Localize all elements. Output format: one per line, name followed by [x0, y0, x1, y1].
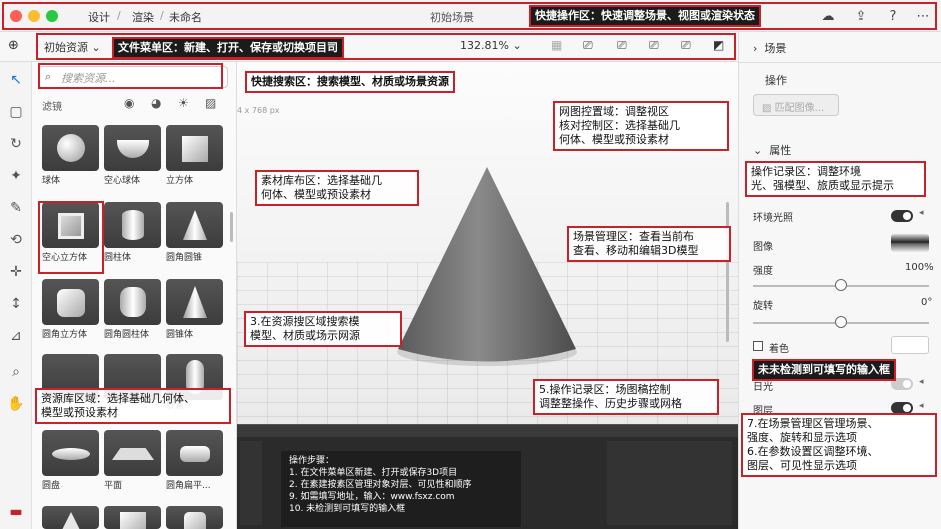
- titlebar-highlight: [2, 2, 937, 30]
- asset-label: 球体: [42, 176, 61, 186]
- image-filter-icon[interactable]: ▨: [205, 96, 216, 110]
- material-filter-icon[interactable]: ◕: [151, 96, 161, 110]
- annotation-scene-manager: 场景管理区：查看当前布 查看、移动和编辑3D模型: [567, 226, 731, 262]
- tint-color-swatch[interactable]: [891, 336, 929, 354]
- operation-header: 操作: [765, 74, 787, 87]
- asset-library: 搜索资源... ⌕ 滤镜 ◉ ◕ ☀ ▨ 球体 空心球体 立方体 空心立方体 圆…: [32, 62, 237, 529]
- image-label: 图像: [753, 242, 773, 253]
- inset-step: 9. 如需填写地址，输入：www.fsxz.com: [289, 492, 455, 502]
- asset-sphere[interactable]: 球体: [42, 125, 99, 186]
- asset-rounded-cone[interactable]: 圆角圆锥: [166, 202, 223, 263]
- asset-hollow-sphere[interactable]: 空心球体: [104, 125, 161, 186]
- library-scrollbar[interactable]: [230, 212, 233, 242]
- inset-title: 操作步骤：: [289, 456, 335, 466]
- intensity-knob[interactable]: [835, 279, 847, 291]
- search-highlight: [38, 63, 223, 89]
- asset-label: 空心球体: [104, 176, 141, 186]
- properties-header-label: 属性: [769, 144, 792, 157]
- chevron-left-icon[interactable]: ◂: [919, 208, 924, 218]
- zoom-icon[interactable]: ⌕: [6, 362, 26, 382]
- asset-label: 圆角圆锥: [166, 253, 203, 263]
- filter-label: 滤镜: [42, 102, 62, 113]
- height-icon[interactable]: ↕: [6, 294, 26, 314]
- properties-header[interactable]: ⌄ 属性: [753, 142, 791, 158]
- annotation-step5: 5.操作记录区：场图稿控制 调整整操作、历史步骤或网格: [533, 379, 719, 415]
- annotation-no-input: 未未检测到可填写的输入框: [752, 359, 896, 381]
- tutorial-inset: 操作步骤： 1. 在文件菜单区新建、打开或保存3D项目 2. 在素建按素区管理对…: [237, 424, 738, 529]
- rotation-knob[interactable]: [835, 316, 847, 328]
- add-icon[interactable]: ⊕: [8, 38, 19, 53]
- asset-label: 平面: [104, 481, 123, 491]
- rotate-icon[interactable]: ↻: [6, 134, 26, 154]
- asset-label: 圆锥体: [166, 330, 194, 340]
- inset-toolbar: [237, 425, 738, 437]
- intensity-label: 强度: [753, 266, 773, 277]
- asset-label: 圆角扁平...: [166, 481, 211, 491]
- env-image-thumbnail[interactable]: [891, 234, 929, 252]
- tint-checkbox[interactable]: [753, 341, 763, 351]
- inset-step: 2. 在素建按素区管理对象对层、可见性和顺序: [289, 480, 472, 490]
- annotation-asset-library: 资源库区域：选择基础几何体、 模型或预设素材: [35, 388, 231, 424]
- asset-tile[interactable]: [42, 506, 99, 529]
- inset-panel: [607, 441, 732, 525]
- hollow-cube-highlight: [38, 201, 104, 274]
- inset-steps: 操作步骤： 1. 在文件菜单区新建、打开或保存3D项目 2. 在素建按素区管理对…: [281, 451, 521, 527]
- asset-label: 圆柱体: [104, 253, 132, 263]
- rotation-label: 旋转: [753, 301, 773, 312]
- chevron-left-icon[interactable]: ◂: [919, 401, 924, 411]
- asset-label: 圆角立方体: [42, 330, 88, 340]
- asset-rounded-cube[interactable]: 圆角立方体: [42, 279, 99, 340]
- eyedropper-icon[interactable]: ✎: [6, 198, 26, 218]
- left-toolbar: ↖ ▢ ↻ ✦ ✎ ⟲ ✛ ↕ ⊿ ⌕ ✋ ▬: [0, 62, 32, 529]
- asset-cube[interactable]: 立方体: [166, 125, 223, 186]
- match-image-button[interactable]: ▨ 匹配图像...: [753, 94, 839, 116]
- env-light-label: 环境光照: [753, 213, 793, 224]
- asset-rounded-flat[interactable]: 圆角扁平...: [166, 430, 223, 491]
- annotation-step3: 3.在资源搜区域搜索模 模型、材质或场示网源: [244, 311, 402, 347]
- asset-rounded-cylinder[interactable]: 圆角圆柱体: [104, 279, 161, 340]
- sphere-filter-icon[interactable]: ◉: [124, 96, 134, 110]
- asset-cylinder[interactable]: 圆柱体: [104, 202, 161, 263]
- annotation-quick-search: 快捷搜索区：搜索模型、材质或场景资源: [245, 71, 455, 93]
- layer-icon[interactable]: ▬: [6, 502, 26, 522]
- scene-header[interactable]: › 场景: [753, 40, 786, 56]
- chevron-left-icon[interactable]: ◂: [919, 377, 924, 387]
- asset-plane[interactable]: 平面: [104, 430, 161, 491]
- annotation-quick-ops: 快捷操作区：快速调整场景、视图或渲染状态: [529, 5, 761, 27]
- rotation-value: 0°: [921, 297, 933, 308]
- select-icon[interactable]: ↖: [6, 70, 26, 90]
- viewport-scrollbar[interactable]: [726, 202, 729, 342]
- hand-icon[interactable]: ✋: [6, 394, 26, 414]
- move-icon[interactable]: ✛: [6, 262, 26, 282]
- tint-label: 着色: [769, 344, 789, 355]
- annotation-asset-layout: 素材库布区：选择基础几 何体、模型或预设素材: [255, 170, 419, 206]
- annotation-file-menu: 文件菜单区：新建、打开、保存或切换项目司: [112, 37, 344, 59]
- inset-sidebar: [240, 441, 262, 525]
- link-icon[interactable]: ⟲: [6, 230, 26, 250]
- scene-header-label: 场景: [764, 42, 787, 55]
- perspective-icon[interactable]: ⊿: [6, 326, 26, 346]
- asset-disc[interactable]: 圆盘: [42, 430, 99, 491]
- env-light-toggle[interactable]: [891, 210, 913, 222]
- annotation-operation-record: 操作记录区：调整环境 光、强模型、旅质或显示提示: [745, 161, 926, 197]
- annotation-step7: 7.在场景管理区管理场景、 强度、旋转和显示选项 6.在参数设置区调整环境、 图…: [741, 413, 937, 477]
- asset-label: 圆盘: [42, 481, 61, 491]
- annotation-viewport-control: 网图控置域：调整视区 核对控制区：选择基础几 何体、模型或预设素材: [553, 101, 729, 151]
- asset-tile[interactable]: [166, 506, 223, 529]
- light-filter-icon[interactable]: ☀: [178, 96, 189, 110]
- magic-icon[interactable]: ✦: [6, 166, 26, 186]
- frame-icon[interactable]: ▢: [6, 102, 26, 122]
- asset-cone[interactable]: 圆锥体: [166, 279, 223, 340]
- asset-label: 圆角圆柱体: [104, 330, 150, 340]
- inset-step: 10. 未检测到可填写的输入框: [289, 504, 406, 514]
- intensity-value: 100%: [905, 262, 934, 273]
- inset-step: 1. 在文件菜单区新建、打开或保存3D项目: [289, 468, 458, 478]
- asset-label: 立方体: [166, 176, 194, 186]
- asset-tile[interactable]: [104, 506, 161, 529]
- match-image-label: 匹配图像...: [774, 103, 825, 114]
